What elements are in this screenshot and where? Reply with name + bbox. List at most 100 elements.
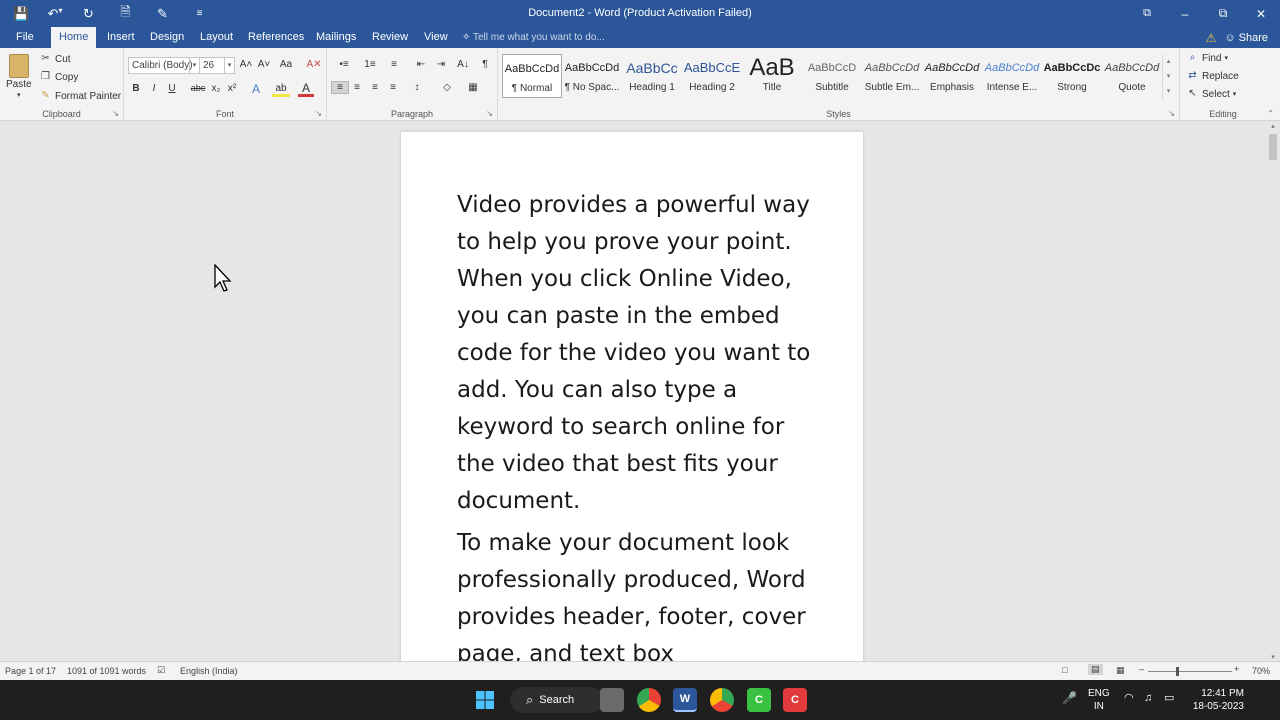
web-layout-icon[interactable]: ▦: [1116, 665, 1125, 676]
language-switcher[interactable]: ENG IN: [1088, 687, 1110, 713]
tab-references[interactable]: References: [240, 27, 312, 48]
style-title[interactable]: AaB Title: [742, 54, 802, 98]
borders-button[interactable]: ▦: [463, 82, 483, 93]
more-styles-icon[interactable]: ▾: [1163, 84, 1174, 99]
zoom-out-icon[interactable]: –: [1139, 664, 1144, 674]
font-size-combo[interactable]: 26 ▾: [199, 57, 235, 74]
style-heading-1[interactable]: AaBbCc Heading 1: [622, 54, 682, 98]
warning-icon[interactable]: ⚠: [1206, 31, 1217, 45]
redo-icon[interactable]: ↻: [70, 6, 107, 22]
new-document-icon[interactable]: 🗎: [107, 3, 144, 25]
zoom-slider-thumb[interactable]: [1176, 667, 1179, 676]
print-layout-icon[interactable]: ▤: [1088, 664, 1103, 675]
shrink-font-button[interactable]: A˅: [256, 59, 272, 70]
dialog-launcher-icon[interactable]: ↘: [1168, 109, 1175, 118]
chevron-up-icon[interactable]: ▴: [1163, 54, 1174, 69]
format-painter-button[interactable]: ✎ Format Painter: [39, 90, 121, 102]
wifi-icon[interactable]: ◠: [1124, 692, 1134, 705]
tab-insert[interactable]: Insert: [99, 27, 143, 48]
style-emphasis[interactable]: AaBbCcDd Emphasis: [922, 54, 982, 98]
cut-button[interactable]: ✂ Cut: [39, 53, 70, 65]
style-subtitle[interactable]: AaBbCcD Subtitle: [802, 54, 862, 98]
paste-button[interactable]: Paste ▾: [6, 54, 32, 99]
battery-icon[interactable]: ▭: [1164, 692, 1174, 705]
chrome-profile-icon[interactable]: [710, 688, 734, 712]
shading-button[interactable]: ◇: [437, 82, 457, 93]
increase-indent-button[interactable]: ⇥: [433, 59, 449, 70]
tab-layout[interactable]: Layout: [192, 27, 241, 48]
font-family-combo[interactable]: Calibri (Body) ▾: [128, 57, 200, 74]
replace-button[interactable]: ⇄ Replace: [1186, 70, 1238, 82]
customize-qat-icon[interactable]: ≡: [181, 8, 218, 19]
tell-me-box[interactable]: ✧ Tell me what you want to do...: [462, 27, 605, 48]
bold-button[interactable]: B: [128, 83, 144, 94]
strikethrough-button[interactable]: abc: [188, 83, 208, 93]
center-button[interactable]: ≡: [349, 82, 365, 93]
close-button[interactable]: ✕: [1242, 0, 1280, 27]
multilevel-list-button[interactable]: ≡: [385, 59, 403, 70]
style-normal[interactable]: AaBbCcDd ¶ Normal: [502, 54, 562, 98]
scroll-down-icon[interactable]: ▾: [1266, 653, 1280, 661]
justify-button[interactable]: ≡: [385, 82, 401, 93]
underline-button[interactable]: U: [164, 83, 180, 94]
zoom-slider[interactable]: [1148, 671, 1232, 672]
tab-home[interactable]: Home: [51, 27, 96, 48]
grow-font-button[interactable]: A˄: [238, 59, 254, 70]
document-page[interactable]: Video provides a powerful way to help yo…: [401, 132, 863, 661]
italic-button[interactable]: I: [146, 83, 162, 94]
restore-button[interactable]: ⧉: [1204, 0, 1242, 27]
change-case-button[interactable]: Aa: [276, 59, 296, 70]
bullets-button[interactable]: •≡: [333, 59, 355, 70]
chevron-down-icon[interactable]: ▾: [1163, 69, 1174, 84]
page-count[interactable]: Page 1 of 17: [5, 666, 56, 676]
text-effects-button[interactable]: A: [248, 82, 264, 96]
form-icon[interactable]: ✎: [144, 6, 181, 22]
find-button[interactable]: ⌕ Find ▾: [1186, 52, 1228, 64]
recorder-icon[interactable]: C: [783, 688, 807, 712]
tab-review[interactable]: Review: [364, 27, 416, 48]
ribbon-display-options-icon[interactable]: ⧉: [1128, 0, 1166, 27]
clock[interactable]: 12:41 PM 18-05-2023: [1190, 687, 1244, 713]
dialog-launcher-icon[interactable]: ↘: [112, 109, 119, 118]
highlight-color-button[interactable]: ab: [272, 83, 290, 97]
clear-formatting-button[interactable]: A✕: [306, 59, 322, 70]
tab-mailings[interactable]: Mailings: [308, 27, 364, 48]
document-paragraph[interactable]: Video provides a powerful way to help yo…: [457, 187, 817, 520]
undo-icon[interactable]: ↶ ▾: [40, 6, 70, 22]
chrome-icon[interactable]: [637, 688, 661, 712]
taskbar-search[interactable]: ⌕ Search: [510, 687, 604, 713]
scrollbar-thumb[interactable]: [1269, 134, 1277, 160]
language-indicator[interactable]: English (India): [180, 666, 238, 676]
save-icon[interactable]: 💾: [3, 6, 40, 22]
dialog-launcher-icon[interactable]: ↘: [486, 109, 493, 118]
sort-button[interactable]: A↓: [455, 59, 471, 70]
minimize-button[interactable]: –: [1166, 0, 1204, 27]
numbering-button[interactable]: 1≡: [359, 59, 381, 70]
dialog-launcher-icon[interactable]: ↘: [315, 109, 322, 118]
style-strong[interactable]: AaBbCcDc Strong: [1042, 54, 1102, 98]
font-color-button[interactable]: A: [298, 82, 314, 97]
copy-button[interactable]: ❐ Copy: [39, 71, 78, 83]
camtasia-icon[interactable]: C: [747, 688, 771, 712]
windows-start-icon[interactable]: [473, 688, 497, 712]
tab-design[interactable]: Design: [142, 27, 192, 48]
style-quote[interactable]: AaBbCcDd Quote: [1102, 54, 1162, 98]
superscript-button[interactable]: x²: [224, 83, 240, 94]
proofing-icon[interactable]: ☑: [157, 665, 165, 676]
subscript-button[interactable]: x₂: [208, 83, 224, 94]
read-mode-icon[interactable]: □: [1062, 665, 1067, 675]
select-button[interactable]: ↖ Select ▾: [1186, 88, 1236, 100]
styles-scroll[interactable]: ▴ ▾ ▾: [1162, 54, 1174, 100]
share-button[interactable]: ☺ Share: [1224, 32, 1268, 44]
collapse-ribbon-icon[interactable]: ⌃: [1267, 109, 1274, 118]
style-no-spacing[interactable]: AaBbCcDd ¶ No Spac...: [562, 54, 622, 98]
style-heading-2[interactable]: AaBbCcE Heading 2: [682, 54, 742, 98]
document-paragraph[interactable]: To make your document look professionall…: [457, 525, 817, 661]
word-icon[interactable]: W: [673, 688, 697, 712]
zoom-level[interactable]: 70%: [1252, 666, 1270, 676]
decrease-indent-button[interactable]: ⇤: [413, 59, 429, 70]
align-right-button[interactable]: ≡: [367, 82, 383, 93]
zoom-in-icon[interactable]: +: [1234, 664, 1239, 674]
scroll-up-icon[interactable]: ▴: [1266, 122, 1280, 130]
tab-file[interactable]: File: [8, 27, 42, 48]
